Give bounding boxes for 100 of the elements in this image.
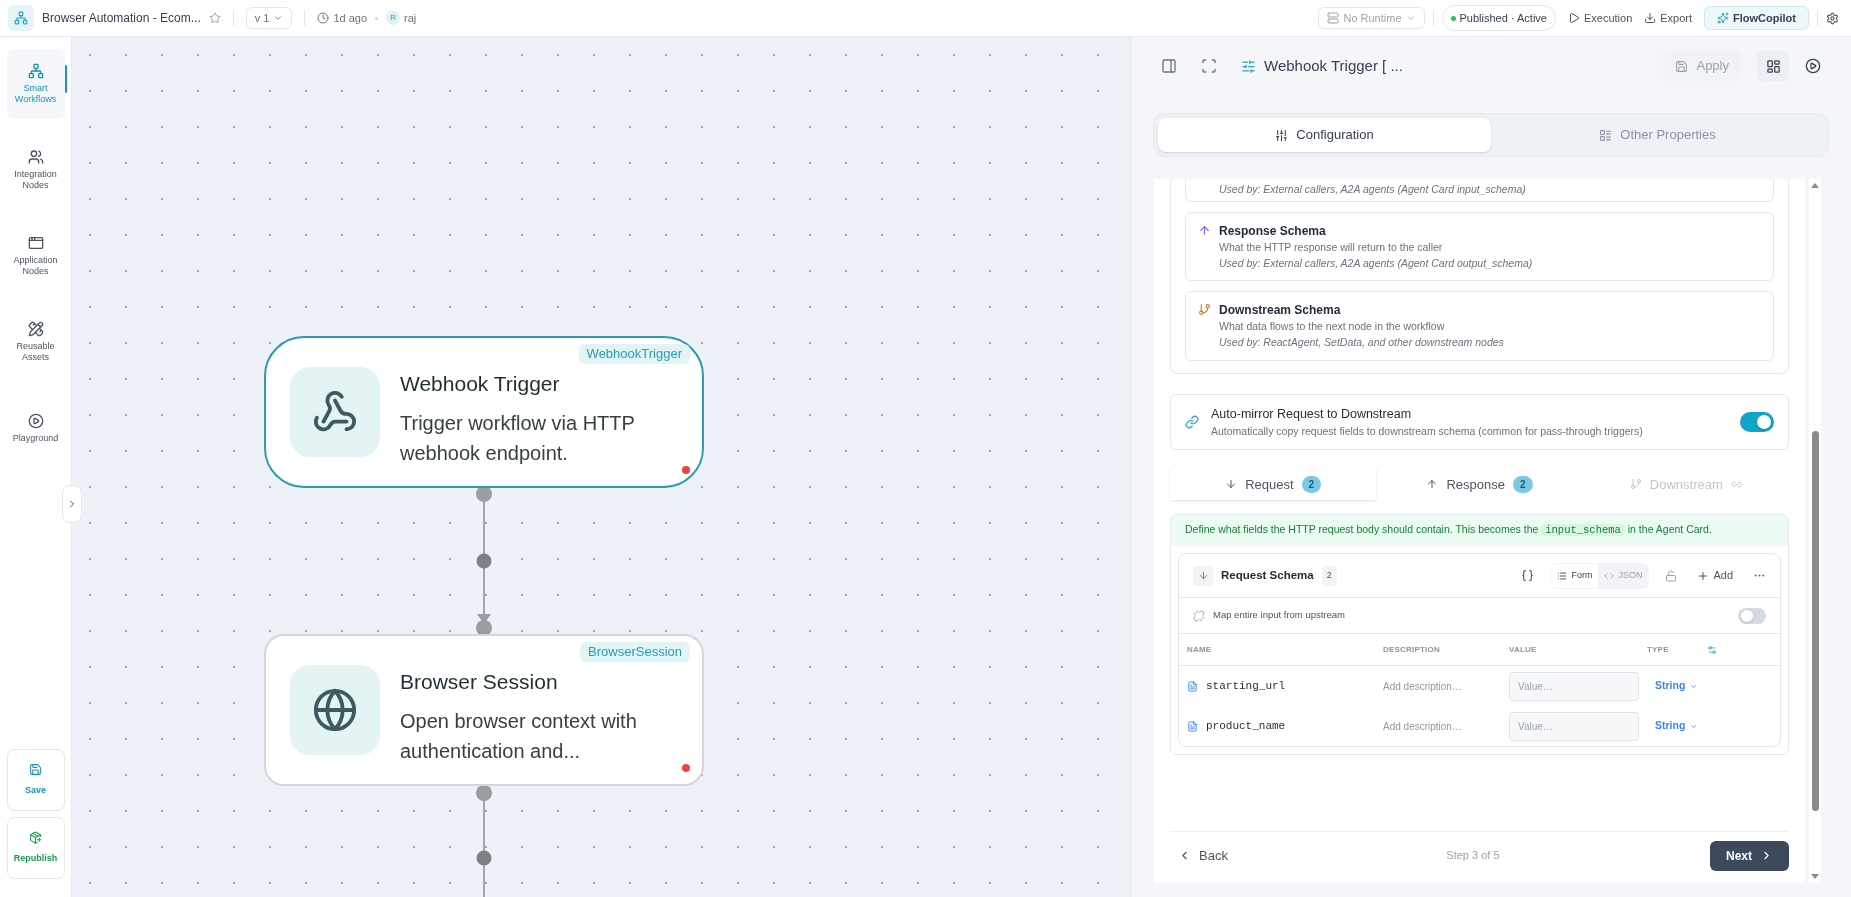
branch-icon — [1629, 478, 1642, 491]
node-description: Open browser context with authentication and... — [400, 708, 638, 764]
unlock-icon[interactable] — [1665, 569, 1678, 582]
info-banner: Define what fields the HTTP request body should contain. This becomes the input_schema in the Agent Card. — [1171, 515, 1788, 546]
network-icon — [14, 11, 28, 25]
sparkle-icon — [1717, 12, 1730, 24]
field-name: starting_url — [1206, 678, 1286, 694]
view-toggle[interactable]: Form — [1551, 563, 1599, 588]
network-icon — [27, 63, 44, 79]
unlink-icon — [1193, 609, 1205, 622]
column-header: NAME — [1187, 643, 1213, 656]
toggle-switch[interactable] — [1738, 607, 1766, 624]
app-logo[interactable] — [8, 5, 34, 31]
plus-icon — [1697, 569, 1710, 582]
node-type-tag: WebhookTrigger — [578, 344, 690, 364]
updated-time: 1d ago — [333, 10, 368, 26]
user-name: raj — [404, 10, 417, 26]
save-button[interactable]: Save — [6, 749, 65, 811]
map-upstream-label: Map entire input from upstream — [1213, 608, 1346, 623]
layout-button[interactable] — [1757, 51, 1789, 81]
play-icon — [1567, 12, 1580, 24]
sliders-icon — [1275, 128, 1289, 142]
column-header: DESCRIPTION — [1383, 643, 1441, 656]
layout-icon — [1765, 58, 1781, 74]
add-button[interactable]: Add — [1697, 567, 1733, 584]
schema-card-usage: Used by: ReactAgent, SetData, and other downstream nodes — [1219, 335, 1504, 350]
export-button[interactable]: Export — [1644, 9, 1693, 27]
save-icon — [1675, 59, 1689, 73]
sidebar-item[interactable]: Application Nodes — [6, 221, 65, 291]
version-dropdown[interactable]: v 1 — [245, 7, 293, 29]
branch-icon — [1198, 303, 1211, 317]
next-button[interactable]: Next — [1710, 840, 1789, 871]
column-header: TYPE — [1647, 643, 1670, 656]
user-avatar: R — [386, 11, 401, 25]
node-description: Trigger workflow via HTTP webhook endpoint. — [400, 410, 636, 466]
workflow-node[interactable]: WebhookTrigger Webhook Trigger Trigger workflow via HTTP webhook endpoint. — [264, 336, 704, 488]
chevron-down-icon — [1405, 13, 1416, 23]
star-icon[interactable] — [208, 12, 221, 24]
sidebar-item[interactable]: Reusable Assets — [6, 307, 65, 377]
sidebar-item[interactable]: Integration Nodes — [6, 135, 65, 205]
file-icon — [1187, 680, 1198, 692]
arrow-up-icon — [1426, 478, 1439, 491]
chevron-down-icon — [273, 13, 284, 23]
field-name: product_name — [1206, 718, 1286, 734]
panel-title: Webhook Trigger [ ... — [1264, 55, 1403, 76]
package-plus-icon — [29, 830, 42, 844]
workflow-canvas[interactable]: WebhookTrigger Webhook Trigger Trigger workflow via HTTP webhook endpoint. BrowserSession Browser Session Open browser context with authentication and... — [72, 37, 1130, 897]
workflow-node[interactable]: BrowserSession Browser Session Open browser context with authentication and... — [264, 634, 704, 786]
users-icon — [27, 149, 44, 165]
scrollbar[interactable] — [1809, 179, 1821, 883]
value-input[interactable]: Value… — [1509, 671, 1639, 701]
link-icon — [1185, 415, 1199, 429]
auto-mirror-description: Automatically copy request fields to downstream schema (common for pass-through triggers) — [1211, 423, 1644, 439]
fullscreen-icon[interactable] — [1201, 58, 1217, 74]
globe-icon — [312, 687, 358, 733]
schema-tab[interactable]: Request 2 — [1170, 468, 1377, 501]
code-icon — [1604, 570, 1615, 581]
node-title: Browser Session — [400, 669, 559, 696]
schema-card-title: Response Schema — [1219, 222, 1327, 240]
save-icon — [29, 762, 42, 776]
toggle-switch[interactable] — [1740, 412, 1774, 432]
schema-card-description: What data flows to the next node in the workflow — [1219, 319, 1446, 335]
panel-tab[interactable]: Configuration — [1158, 118, 1491, 152]
back-button[interactable]: Back — [1170, 845, 1236, 866]
braces-icon[interactable] — [1521, 569, 1535, 582]
clock-icon — [317, 12, 330, 24]
sidebar-item[interactable]: Playground — [6, 393, 65, 463]
request-schema-title: Request Schema — [1221, 567, 1314, 583]
type-dropdown[interactable]: String — [1647, 678, 1772, 694]
schema-tab[interactable]: Response 2 — [1376, 468, 1583, 501]
schema-card-title: Downstream Schema — [1219, 302, 1342, 320]
count-badge: 2 — [1321, 565, 1337, 586]
execution-button[interactable]: Execution — [1567, 9, 1633, 27]
window-icon — [27, 235, 44, 251]
description-input[interactable]: Add description… — [1383, 718, 1493, 734]
arrow-up-icon — [1198, 223, 1211, 237]
count-badge: 2 — [1301, 475, 1322, 493]
schema-card-usage: Used by: External callers, A2A agents (Agent Card output_schema) — [1219, 255, 1533, 271]
server-icon — [1327, 12, 1340, 24]
value-input[interactable]: Value… — [1509, 711, 1639, 741]
panel-toggle-icon[interactable] — [1161, 58, 1177, 74]
sliders-icon — [1241, 58, 1256, 74]
play-circle-icon[interactable] — [1805, 58, 1821, 74]
pencil-ruler-icon — [27, 321, 44, 337]
list-icon — [1599, 128, 1613, 142]
schema-card-description: What the HTTP response will return to the caller — [1219, 239, 1444, 255]
column-settings-icon[interactable] — [1707, 644, 1717, 655]
auto-mirror-title: Auto-mirror Request to Downstream — [1211, 405, 1413, 423]
description-input[interactable]: Add description… — [1383, 678, 1493, 694]
column-header: VALUE — [1509, 643, 1538, 656]
type-dropdown[interactable]: String — [1647, 718, 1772, 734]
download-icon — [1644, 12, 1657, 24]
step-indicator: Step 3 of 5 — [1445, 848, 1501, 864]
count-badge: 2 — [1513, 475, 1533, 493]
copilot-button[interactable]: FlowCopilot — [1704, 6, 1809, 30]
workflow-name: Browser Automation - Ecom... — [42, 10, 201, 27]
node-type-tag: BrowserSession — [580, 642, 690, 662]
settings-icon[interactable] — [1826, 11, 1839, 25]
list-icon — [1557, 570, 1568, 581]
arrow-down-icon — [1197, 570, 1209, 581]
